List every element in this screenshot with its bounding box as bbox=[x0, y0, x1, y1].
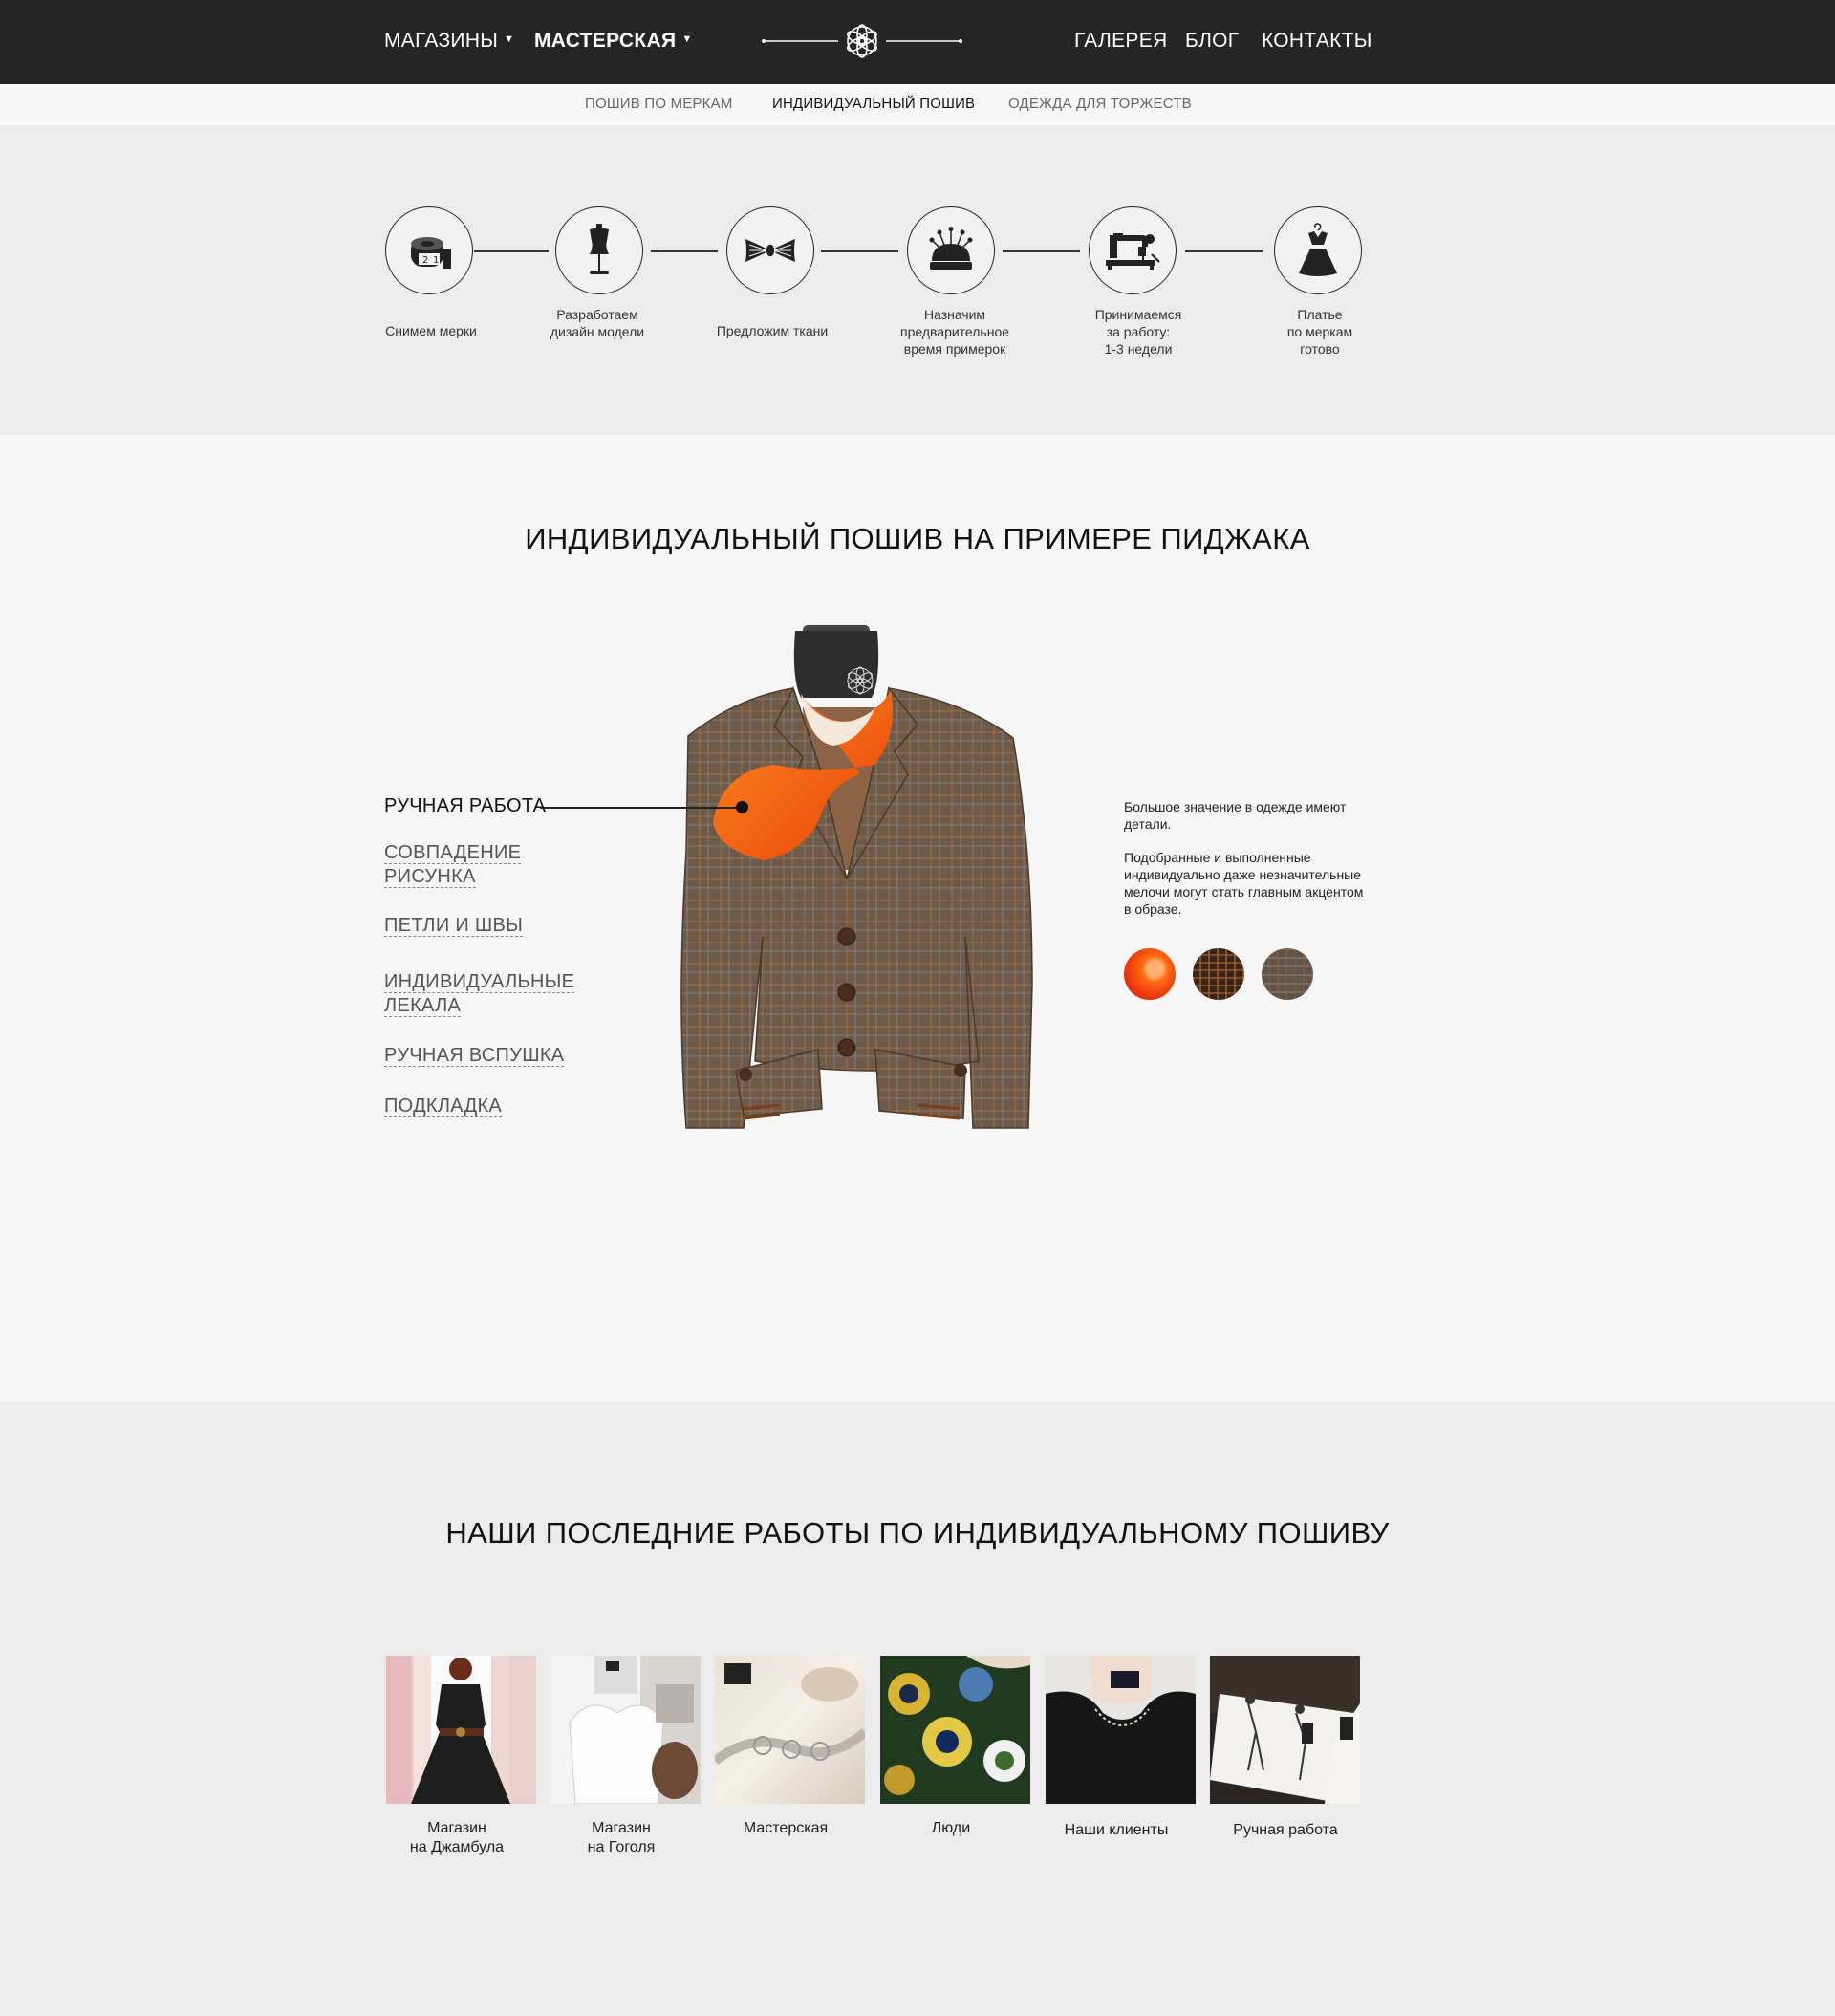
nav-gallery[interactable]: ГАЛЕРЕЯ bbox=[1074, 29, 1168, 54]
step-connector bbox=[651, 250, 718, 252]
jacket-section: ИНДИВИДУАЛЬНЫЙ ПОШИВ НА ПРИМЕРЕ ПИДЖАКА … bbox=[0, 435, 1835, 1402]
feature-label: РУЧНАЯ ВСПУШКА bbox=[384, 1045, 565, 1067]
description-details: Подобранные и выполненные индивидуально … bbox=[1124, 850, 1364, 917]
nav-blog[interactable]: БЛОГ bbox=[1185, 29, 1239, 54]
chevron-down-icon: ▼ bbox=[504, 33, 515, 46]
sketch-photo bbox=[1210, 1656, 1360, 1804]
swatch-grey-plaid[interactable] bbox=[1262, 948, 1313, 1000]
thumb-label[interactable]: Люди bbox=[870, 1819, 1032, 1838]
mannequin-icon bbox=[590, 224, 609, 274]
jacket-section-title: ИНДИВИДУАЛЬНЫЙ ПОШИВ НА ПРИМЕРЕ ПИДЖАКА bbox=[525, 522, 1310, 555]
step-1-circle: 2 1 bbox=[385, 206, 473, 294]
feature-label: ИНДИВИДУАЛЬНЫЕ bbox=[384, 971, 575, 993]
step-3-label: Предложим ткани bbox=[716, 323, 829, 338]
sewing-machine-icon bbox=[1106, 233, 1160, 270]
fabric-roll-icon bbox=[745, 239, 795, 262]
step-connector bbox=[1003, 250, 1080, 252]
swatch-brown-plaid[interactable] bbox=[1193, 948, 1244, 1000]
step-2-label: Разработаем дизайн модели bbox=[550, 307, 645, 339]
fabric-print-photo bbox=[880, 1656, 1030, 1804]
description-intro: Большое значение в одежде имеют детали. bbox=[1124, 799, 1347, 832]
feature-pattern-match[interactable]: СОВПАДЕНИЕ РИСУНКА bbox=[384, 841, 522, 889]
tape-measure-icon: 2 1 bbox=[411, 237, 451, 269]
step-1-label: Снимем мерки bbox=[385, 323, 477, 338]
feature-pointer-line bbox=[540, 807, 743, 809]
feature-label: РУЧНАЯ РАБОТА bbox=[384, 795, 547, 816]
dress-icon bbox=[1299, 223, 1337, 276]
logo-rosette-icon[interactable] bbox=[762, 19, 962, 63]
step-4-label: Назначим предварительное время примерок bbox=[899, 307, 1010, 357]
subnav-celebration[interactable]: ОДЕЖДА ДЛЯ ТОРЖЕСТВ bbox=[1008, 96, 1192, 112]
thumb-people[interactable] bbox=[880, 1656, 1030, 1804]
feature-label: ПЕТЛИ И ШВЫ bbox=[384, 915, 524, 937]
nav-workshop[interactable]: МАСТЕРСКАЯ ▼ bbox=[534, 29, 693, 54]
step-5-circle bbox=[1089, 206, 1177, 294]
feature-lining[interactable]: ПОДКЛАДКА bbox=[384, 1095, 503, 1118]
dress-photo bbox=[386, 1656, 536, 1804]
chevron-down-icon: ▼ bbox=[681, 33, 693, 46]
feature-individual-patterns[interactable]: ИНДИВИДУАЛЬНЫЕ ЛЕКАЛА bbox=[384, 970, 575, 1018]
top-navigation: МАГАЗИНЫ ▼ МАСТЕРСКАЯ ▼ ГАЛЕРЕЯ БЛОГ КОНТА… bbox=[0, 0, 1835, 84]
latest-works-section: НАШИ ПОСЛЕДНИЕ РАБОТЫ ПО ИНДИВИДУАЛЬНОМУ… bbox=[0, 1402, 1835, 2016]
thumb-hand-work[interactable] bbox=[1210, 1656, 1360, 1804]
feature-loops-seams[interactable]: ПЕТЛИ И ШВЫ bbox=[384, 914, 524, 938]
corset-photo bbox=[569, 1656, 698, 1804]
swatch-orange-silk[interactable] bbox=[1124, 948, 1176, 1000]
feature-label: ЛЕКАЛА bbox=[384, 995, 462, 1017]
feature-label: СОВПАДЕНИЕ bbox=[384, 842, 522, 864]
jacket-image bbox=[680, 625, 1033, 1129]
thumb-label[interactable]: Магазин на Джамбула bbox=[376, 1819, 538, 1857]
thumb-clients[interactable] bbox=[1046, 1656, 1196, 1804]
thumb-label[interactable]: Магазин на Гоголя bbox=[540, 1819, 702, 1857]
sub-navigation: ПОШИВ ПО МЕРКАМ ИНДИВИДУАЛЬНЫЙ ПОШИВ ОДЕ… bbox=[0, 84, 1835, 125]
swatch-overlay bbox=[1193, 948, 1244, 1000]
nav-contacts[interactable]: КОНТАКТЫ bbox=[1262, 29, 1372, 54]
subnav-individual[interactable]: ИНДИВИДУАЛЬНЫЙ ПОШИВ bbox=[772, 96, 975, 112]
process-steps: 2 1 Снимем мерки Разработаем дизайн моде… bbox=[0, 125, 1835, 435]
thumb-shop-gogolya[interactable] bbox=[550, 1656, 701, 1804]
nav-workshop-label: МАСТЕРСКАЯ bbox=[534, 30, 677, 52]
step-connector bbox=[821, 250, 898, 252]
feature-label: ПОДКЛАДКА bbox=[384, 1095, 503, 1117]
feature-pointer-dot bbox=[736, 801, 748, 813]
step-connector bbox=[474, 250, 549, 252]
thumb-label[interactable]: Мастерская bbox=[704, 1819, 867, 1838]
feature-hand-work[interactable]: РУЧНАЯ РАБОТА bbox=[384, 794, 546, 818]
svg-text:1: 1 bbox=[433, 255, 439, 266]
svg-text:2: 2 bbox=[422, 255, 428, 266]
step-4-circle bbox=[907, 206, 995, 294]
pincushion-icon bbox=[929, 227, 973, 270]
works-section-title: НАШИ ПОСЛЕДНИЕ РАБОТЫ ПО ИНДИВИДУАЛЬНОМУ… bbox=[445, 1516, 1390, 1550]
step-3-circle bbox=[726, 206, 814, 294]
embroidery-photo bbox=[715, 1663, 865, 1766]
step-5-label: Принимаемся за работу: 1-3 недели bbox=[1094, 307, 1182, 357]
nav-shops[interactable]: МАГАЗИНЫ ▼ bbox=[384, 29, 514, 54]
feature-hand-fluffing[interactable]: РУЧНАЯ ВСПУШКА bbox=[384, 1044, 565, 1068]
step-connector bbox=[1185, 250, 1263, 252]
step-6-label: Платье по меркам готово bbox=[1286, 307, 1353, 357]
thumb-label[interactable]: Наши клиенты bbox=[1035, 1821, 1198, 1840]
step-6-circle bbox=[1274, 206, 1362, 294]
swatch-overlay bbox=[1262, 948, 1313, 1000]
client-photo bbox=[1046, 1656, 1196, 1804]
thumb-label[interactable]: Ручная работа bbox=[1204, 1821, 1367, 1840]
feature-label: РИСУНКА bbox=[384, 866, 476, 888]
step-2-circle bbox=[555, 206, 643, 294]
subnav-measure[interactable]: ПОШИВ ПО МЕРКАМ bbox=[585, 96, 733, 112]
thumb-shop-dzhambula[interactable] bbox=[386, 1656, 536, 1804]
thumb-workshop[interactable] bbox=[715, 1656, 865, 1804]
nav-shops-label: МАГАЗИНЫ bbox=[384, 30, 499, 52]
